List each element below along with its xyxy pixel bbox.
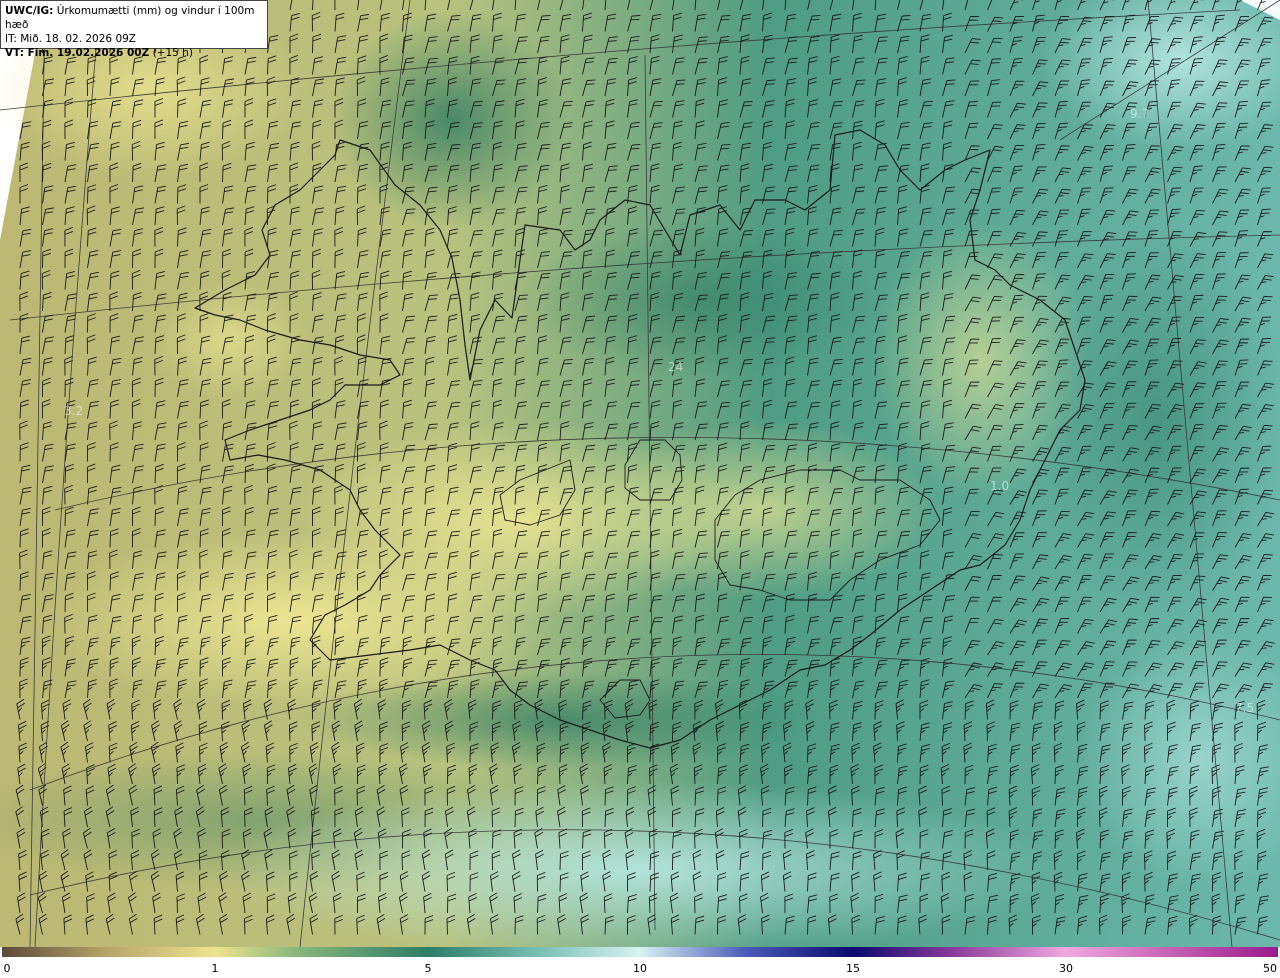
valid-time: VT: Fim. 19.02.2026 00Z (+15 h): [5, 47, 193, 59]
colorbar-tick-label: 50: [1263, 962, 1277, 975]
product-title: UWC/IG: Úrkomumætti (mm) og vindur í 100…: [5, 5, 255, 31]
model-domain: [0, 0, 1280, 947]
forecast-info-box: UWC/IG: Úrkomumætti (mm) og vindur í 100…: [0, 0, 268, 59]
colorbar-tick-label: 5: [424, 962, 432, 975]
colorbar-tick-label: 1: [211, 962, 219, 975]
map-value-label: 3.2: [64, 404, 83, 418]
map-value-label: 7.5: [1235, 701, 1254, 715]
colorbar-legend: 0 1 5 10 15 30 50: [0, 947, 1280, 978]
colorbar-gradient: [2, 947, 1278, 957]
map-value-label: 24: [668, 360, 683, 374]
map-value-label: 9.7: [1130, 107, 1149, 121]
colorbar-tick-label: 15: [846, 962, 860, 975]
initial-time: IT: Mið. 18. 02. 2026 09Z: [5, 33, 136, 45]
map-value-label: 1.0: [990, 479, 1009, 493]
colorbar-tick-label: 30: [1059, 962, 1073, 975]
colorbar-tick-label: 0: [3, 962, 11, 975]
precipitation-wind-map: 24 3.2 7.5 9.7 1.0: [0, 0, 1280, 947]
colorbar-tick-label: 10: [633, 962, 647, 975]
